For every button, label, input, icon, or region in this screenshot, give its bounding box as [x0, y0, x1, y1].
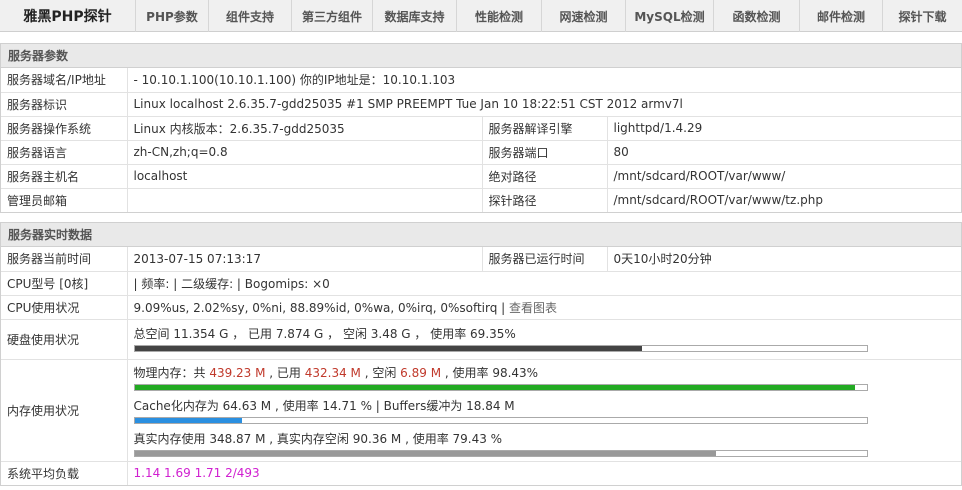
row-label: 硬盘使用状况	[1, 319, 128, 360]
nav-network-speed[interactable]: 网速检测	[542, 0, 626, 32]
row-label: 服务器解译引擎	[482, 116, 608, 141]
load-average-value: 1.14 1.69 1.71 2/493	[133, 466, 260, 481]
text: , 使用率 98.43%	[441, 365, 539, 380]
row-label: 服务器端口	[482, 140, 608, 165]
row-value: 80	[607, 140, 961, 165]
cache-memory-text: Cache化内存为 64.63 M , 使用率 14.71 % | Buffer…	[133, 398, 515, 413]
real-memory-fill	[134, 450, 716, 456]
row-value: 总空间 11.354 G ， 已用 7.874 G ， 空闲 3.48 G ， …	[127, 319, 961, 360]
row-label: 服务器标识	[1, 92, 128, 117]
text: , 已用	[265, 365, 305, 380]
cpu-chart-link[interactable]: 查看图表	[509, 301, 557, 315]
table-row: 服务器域名/IP地址 - 10.10.1.100(10.10.1.100) 你的…	[1, 68, 961, 93]
physical-memory-fill	[134, 384, 855, 390]
nav-third-party[interactable]: 第三方组件	[292, 0, 373, 32]
table-row: 服务器语言 zh-CN,zh;q=0.8 服务器端口 80	[1, 140, 961, 165]
table-row: 服务器标识 Linux localhost 2.6.35.7-gdd25035 …	[1, 92, 961, 117]
disk-progress-bar	[133, 345, 868, 352]
row-value: 0天10小时20分钟	[607, 247, 961, 272]
row-value: localhost	[127, 164, 483, 189]
table-row: 管理员邮箱 探针路径 /mnt/sdcard/ROOT/var/www/tz.p…	[1, 188, 961, 212]
brand-link[interactable]: 雅黑PHP探针	[0, 0, 136, 32]
nav-components[interactable]: 组件支持	[209, 0, 292, 32]
nav-functions[interactable]: 函数检测	[714, 0, 800, 32]
row-value: /mnt/sdcard/ROOT/var/www/tz.php	[613, 193, 823, 208]
physical-memory-block: 物理内存：共 439.23 M , 已用 432.34 M , 空闲 6.89 …	[133, 361, 956, 394]
row-value: lighttpd/1.4.29	[607, 116, 961, 141]
row-value: | 频率: | 二级缓存: | Bogomips: ×0	[127, 271, 961, 296]
nav-mysql[interactable]: MySQL检测	[626, 0, 714, 32]
row-label: 服务器域名/IP地址	[1, 68, 128, 93]
section-title: 服务器参数	[1, 44, 961, 68]
row-label: CPU使用状况	[1, 295, 128, 320]
nav-database[interactable]: 数据库支持	[373, 0, 457, 32]
row-value: Linux 内核版本：2.6.35.7-gdd25035	[127, 116, 483, 141]
real-memory-text: 真实内存使用 348.87 M , 真实内存空闲 90.36 M , 使用率 7…	[133, 431, 503, 446]
table-row: 服务器操作系统 Linux 内核版本：2.6.35.7-gdd25035 服务器…	[1, 116, 961, 141]
row-value: 2013-07-15 07:13:17	[127, 247, 483, 272]
table-row: CPU使用状况 9.09%us, 2.02%sy, 0%ni, 88.89%id…	[1, 295, 961, 320]
real-memory-bar	[133, 449, 868, 457]
row-label: 绝对路径	[482, 164, 608, 189]
row-label: 服务器主机名	[1, 164, 128, 189]
row-label: 管理员邮箱	[1, 188, 128, 212]
row-value: 物理内存：共 439.23 M , 已用 432.34 M , 空闲 6.89 …	[127, 359, 961, 462]
disk-usage-text: 总空间 11.354 G ， 已用 7.874 G ， 空闲 3.48 G ， …	[133, 327, 516, 341]
cache-memory-fill	[134, 417, 243, 423]
row-value: zh-CN,zh;q=0.8	[127, 140, 483, 165]
cache-memory-bar	[133, 416, 868, 424]
row-label: 服务器操作系统	[1, 116, 128, 141]
table-row: 硬盘使用状况 总空间 11.354 G ， 已用 7.874 G ， 空闲 3.…	[1, 319, 961, 360]
top-nav: 雅黑PHP探针 PHP参数 组件支持 第三方组件 数据库支持 性能检测 网速检测…	[0, 0, 962, 32]
table-row: 服务器当前时间 2013-07-15 07:13:17 服务器已运行时间 0天1…	[1, 247, 961, 272]
disk-progress-fill	[134, 346, 643, 351]
cpu-usage-text: 9.09%us, 2.02%sy, 0%ni, 88.89%id, 0%wa, …	[133, 300, 510, 315]
real-memory-block: 真实内存使用 348.87 M , 真实内存空闲 90.36 M , 使用率 7…	[133, 427, 956, 460]
row-value: /mnt/sdcard/ROOT/var/www/	[607, 164, 961, 189]
row-label: 内存使用状况	[1, 359, 128, 462]
row-label: 服务器已运行时间	[482, 247, 608, 272]
nav-download[interactable]: 探针下载	[883, 0, 962, 32]
phys-used: 432.34 M	[304, 365, 361, 380]
text: , 空闲	[360, 365, 401, 380]
row-label: 服务器语言	[1, 140, 128, 165]
server-params-section: 服务器参数 服务器域名/IP地址 - 10.10.1.100(10.10.1.1…	[0, 43, 962, 213]
physical-memory-text: 物理内存：共 439.23 M , 已用 432.34 M , 空闲 6.89 …	[134, 365, 956, 381]
row-label: 系统平均负载	[1, 461, 128, 485]
row-label: CPU型号 [0核]	[1, 271, 128, 296]
cache-memory-block: Cache化内存为 64.63 M , 使用率 14.71 % | Buffer…	[133, 394, 956, 427]
row-label: 探针路径	[482, 188, 608, 212]
table-row: 服务器主机名 localhost 绝对路径 /mnt/sdcard/ROOT/v…	[1, 164, 961, 189]
phys-total: 439.23 M	[209, 365, 266, 380]
row-value	[127, 188, 483, 212]
realtime-table: 服务器当前时间 2013-07-15 07:13:17 服务器已运行时间 0天1…	[1, 247, 961, 485]
section-title: 服务器实时数据	[1, 223, 961, 247]
row-value: 9.09%us, 2.02%sy, 0%ni, 88.89%id, 0%wa, …	[127, 295, 961, 320]
table-row: 系统平均负载 1.14 1.69 1.71 2/493	[1, 461, 961, 485]
server-params-table: 服务器域名/IP地址 - 10.10.1.100(10.10.1.100) 你的…	[1, 68, 961, 212]
row-value: - 10.10.1.100(10.10.1.100) 你的IP地址是：10.10…	[127, 68, 961, 93]
phys-free: 6.89 M	[400, 365, 442, 380]
nav-performance[interactable]: 性能检测	[457, 0, 542, 32]
nav-mail[interactable]: 邮件检测	[800, 0, 883, 32]
realtime-section: 服务器实时数据 服务器当前时间 2013-07-15 07:13:17 服务器已…	[0, 222, 962, 486]
table-row: 内存使用状况 物理内存：共 439.23 M , 已用 432.34 M , 空…	[1, 359, 961, 462]
row-value: Linux localhost 2.6.35.7-gdd25035 #1 SMP…	[127, 92, 961, 117]
row-label: 服务器当前时间	[1, 247, 128, 272]
nav-php-params[interactable]: PHP参数	[136, 0, 209, 32]
table-row: CPU型号 [0核] | 频率: | 二级缓存: | Bogomips: ×0	[1, 271, 961, 296]
physical-memory-bar	[133, 383, 868, 391]
text: 物理内存：共	[133, 365, 210, 380]
